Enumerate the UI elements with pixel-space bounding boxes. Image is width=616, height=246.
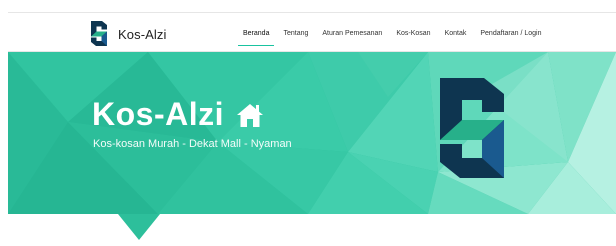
brand-logo-icon	[91, 21, 107, 46]
top-navbar: Kos-Alzi Beranda Tentang Aturan Pemesana…	[8, 12, 616, 52]
hero-background	[8, 52, 616, 214]
home-icon	[237, 103, 263, 127]
nav-tentang[interactable]: Tentang	[276, 13, 315, 53]
hero-logo-icon	[440, 78, 504, 178]
nav-label: Kontak	[444, 29, 467, 37]
nav-beranda[interactable]: Beranda	[236, 13, 276, 53]
nav-label: Pendaftaran / Login	[480, 29, 542, 37]
hero-subtitle: Kos-kosan Murah - Dekat Mall - Nyaman	[93, 138, 292, 150]
hero-title-text: Kos-Alzi	[92, 96, 224, 132]
nav-label: Beranda	[243, 29, 270, 37]
hero-title: Kos-Alzi	[92, 96, 264, 133]
hero-banner: Kos-Alzi Kos-kosan Murah - Dekat Mall - …	[8, 52, 616, 214]
nav-kontak[interactable]: Kontak	[438, 13, 474, 53]
nav-label: Tentang	[283, 29, 309, 37]
main-nav: Beranda Tentang Aturan Pemesanan Kos-Kos…	[236, 13, 548, 53]
nav-label: Kos-Kosan	[396, 29, 431, 37]
brand[interactable]: Kos-Alzi	[88, 19, 166, 49]
nav-kos-kosan[interactable]: Kos-Kosan	[389, 13, 437, 53]
brand-name: Kos-Alzi	[118, 26, 167, 42]
hero-pointer	[118, 214, 160, 240]
nav-pendaftaran-login[interactable]: Pendaftaran / Login	[473, 13, 548, 53]
nav-aturan-pemesanan[interactable]: Aturan Pemesanan	[315, 13, 389, 53]
nav-label: Aturan Pemesanan	[322, 29, 383, 37]
